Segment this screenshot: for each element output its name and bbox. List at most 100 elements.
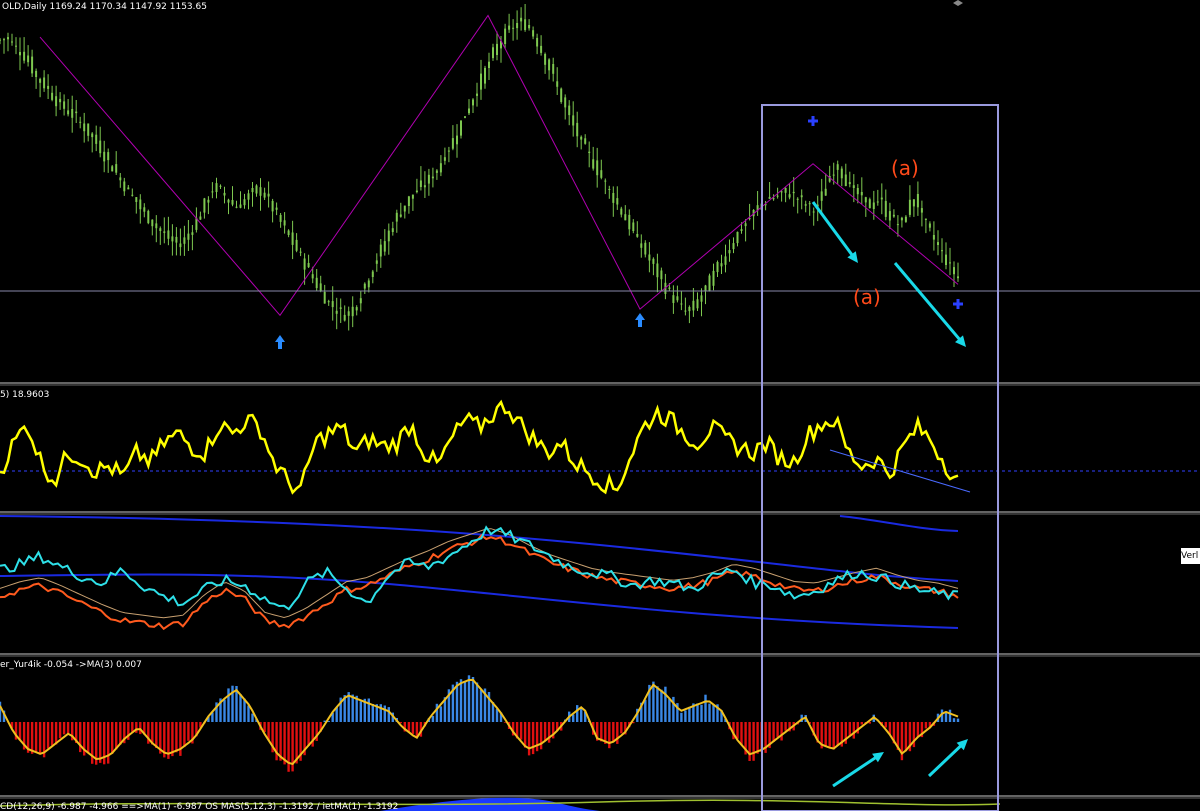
price-candle-body — [744, 223, 747, 227]
price-candle-body — [51, 92, 54, 100]
price-candle-body — [399, 214, 402, 217]
price-candle-body — [123, 181, 126, 192]
price-candle-body — [31, 56, 34, 74]
price-candle-body — [215, 183, 218, 192]
histogram-bar — [287, 722, 290, 772]
price-candle-body — [395, 212, 398, 222]
price-candle-body — [712, 270, 715, 286]
histogram-bar — [139, 722, 142, 735]
histogram-bar — [179, 722, 182, 756]
price-candle-body — [532, 30, 535, 37]
price-candle-body — [796, 198, 799, 200]
price-candle-body — [924, 218, 927, 220]
histogram-bar — [111, 722, 114, 754]
price-candle-body — [199, 216, 202, 220]
price-candle-body — [780, 191, 783, 193]
histogram-bar — [616, 722, 619, 744]
price-candle-body — [852, 185, 855, 188]
price-candle-body — [411, 194, 414, 199]
price-candle-body — [247, 193, 250, 200]
price-candle-body — [608, 189, 611, 190]
price-candle-body — [59, 98, 62, 103]
price-candle-body — [496, 43, 498, 55]
price-candle-body — [904, 216, 907, 222]
price-candle-body — [476, 93, 478, 96]
price-candle-body — [219, 185, 222, 187]
price-candle-body — [407, 196, 410, 206]
price-candle-body — [941, 250, 943, 252]
histogram-bar — [736, 722, 739, 739]
histogram-bar — [852, 722, 855, 739]
price-candle-body — [880, 197, 883, 200]
price-candle-body — [227, 199, 230, 203]
price-candle-body — [83, 123, 86, 132]
price-candle-body — [580, 136, 583, 140]
price-candle-body — [520, 17, 523, 22]
price-candle-body — [319, 283, 322, 291]
price-header: OLD,Daily 1169.24 1170.34 1147.92 1153.6… — [2, 2, 207, 12]
histogram-bar — [539, 722, 543, 750]
price-candle-body — [636, 234, 639, 237]
price-candle-body — [283, 220, 286, 226]
histogram-bar — [884, 722, 887, 728]
price-candle-body — [492, 47, 494, 59]
price-candle-body — [111, 166, 114, 172]
price-candle-body — [600, 170, 603, 178]
price-candle-body — [39, 78, 42, 83]
price-candle-body — [456, 135, 458, 145]
histogram-bar — [131, 722, 134, 732]
histogram-bar — [463, 681, 467, 722]
price-candle-body — [211, 191, 214, 193]
price-candle-body — [540, 45, 543, 53]
price-candle-body — [512, 27, 515, 29]
price-candle-body — [660, 270, 663, 280]
histogram-bar — [459, 679, 463, 722]
price-candle-body — [768, 196, 771, 199]
price-candle-body — [11, 41, 13, 43]
histogram-bar — [708, 703, 711, 722]
histogram-bar — [784, 722, 787, 731]
histogram-bar — [576, 705, 579, 722]
price-candle-body — [203, 198, 206, 213]
price-candle-body — [367, 280, 370, 288]
histogram-bar — [660, 689, 663, 722]
price-candle-body — [644, 242, 647, 255]
price-candle-body — [508, 25, 511, 30]
price-candle-body — [740, 229, 743, 231]
histogram-bar — [756, 722, 759, 754]
price-candle-body — [528, 25, 531, 29]
price-candle-body — [331, 301, 334, 308]
histogram-bar — [772, 722, 775, 742]
price-candle-body — [688, 307, 691, 312]
price-candle-body — [776, 195, 779, 197]
histogram-bar — [431, 715, 435, 722]
swing-marker — [808, 116, 818, 126]
price-candle-body — [684, 310, 687, 312]
price-candle-body — [524, 19, 527, 30]
histogram-bar — [531, 722, 535, 755]
histogram-bar — [62, 722, 66, 735]
price-candle-body — [3, 39, 5, 41]
price-candle-body — [945, 254, 947, 265]
histogram-bar — [495, 708, 499, 722]
price-candle-body — [728, 250, 731, 254]
swing-low-arrow — [275, 335, 285, 349]
histogram-bar — [608, 722, 611, 749]
price-candle-body — [159, 228, 162, 231]
price-candle-body — [876, 201, 879, 203]
price-candle-body — [383, 241, 386, 252]
price-candle-body — [920, 208, 923, 213]
histogram-bar — [656, 686, 659, 722]
histogram-bar — [30, 722, 34, 754]
histogram-bar — [680, 712, 683, 722]
stochastic-panel — [0, 515, 959, 631]
histogram-bar — [407, 722, 411, 732]
price-candle-body — [560, 88, 563, 102]
histogram-bar — [684, 710, 687, 722]
price-candle-body — [119, 177, 122, 181]
histogram-bar — [223, 699, 226, 722]
price-candle-body — [431, 176, 434, 179]
histogram-bar — [115, 722, 118, 750]
histogram-bar — [580, 707, 583, 722]
price-candle-body — [47, 85, 50, 89]
